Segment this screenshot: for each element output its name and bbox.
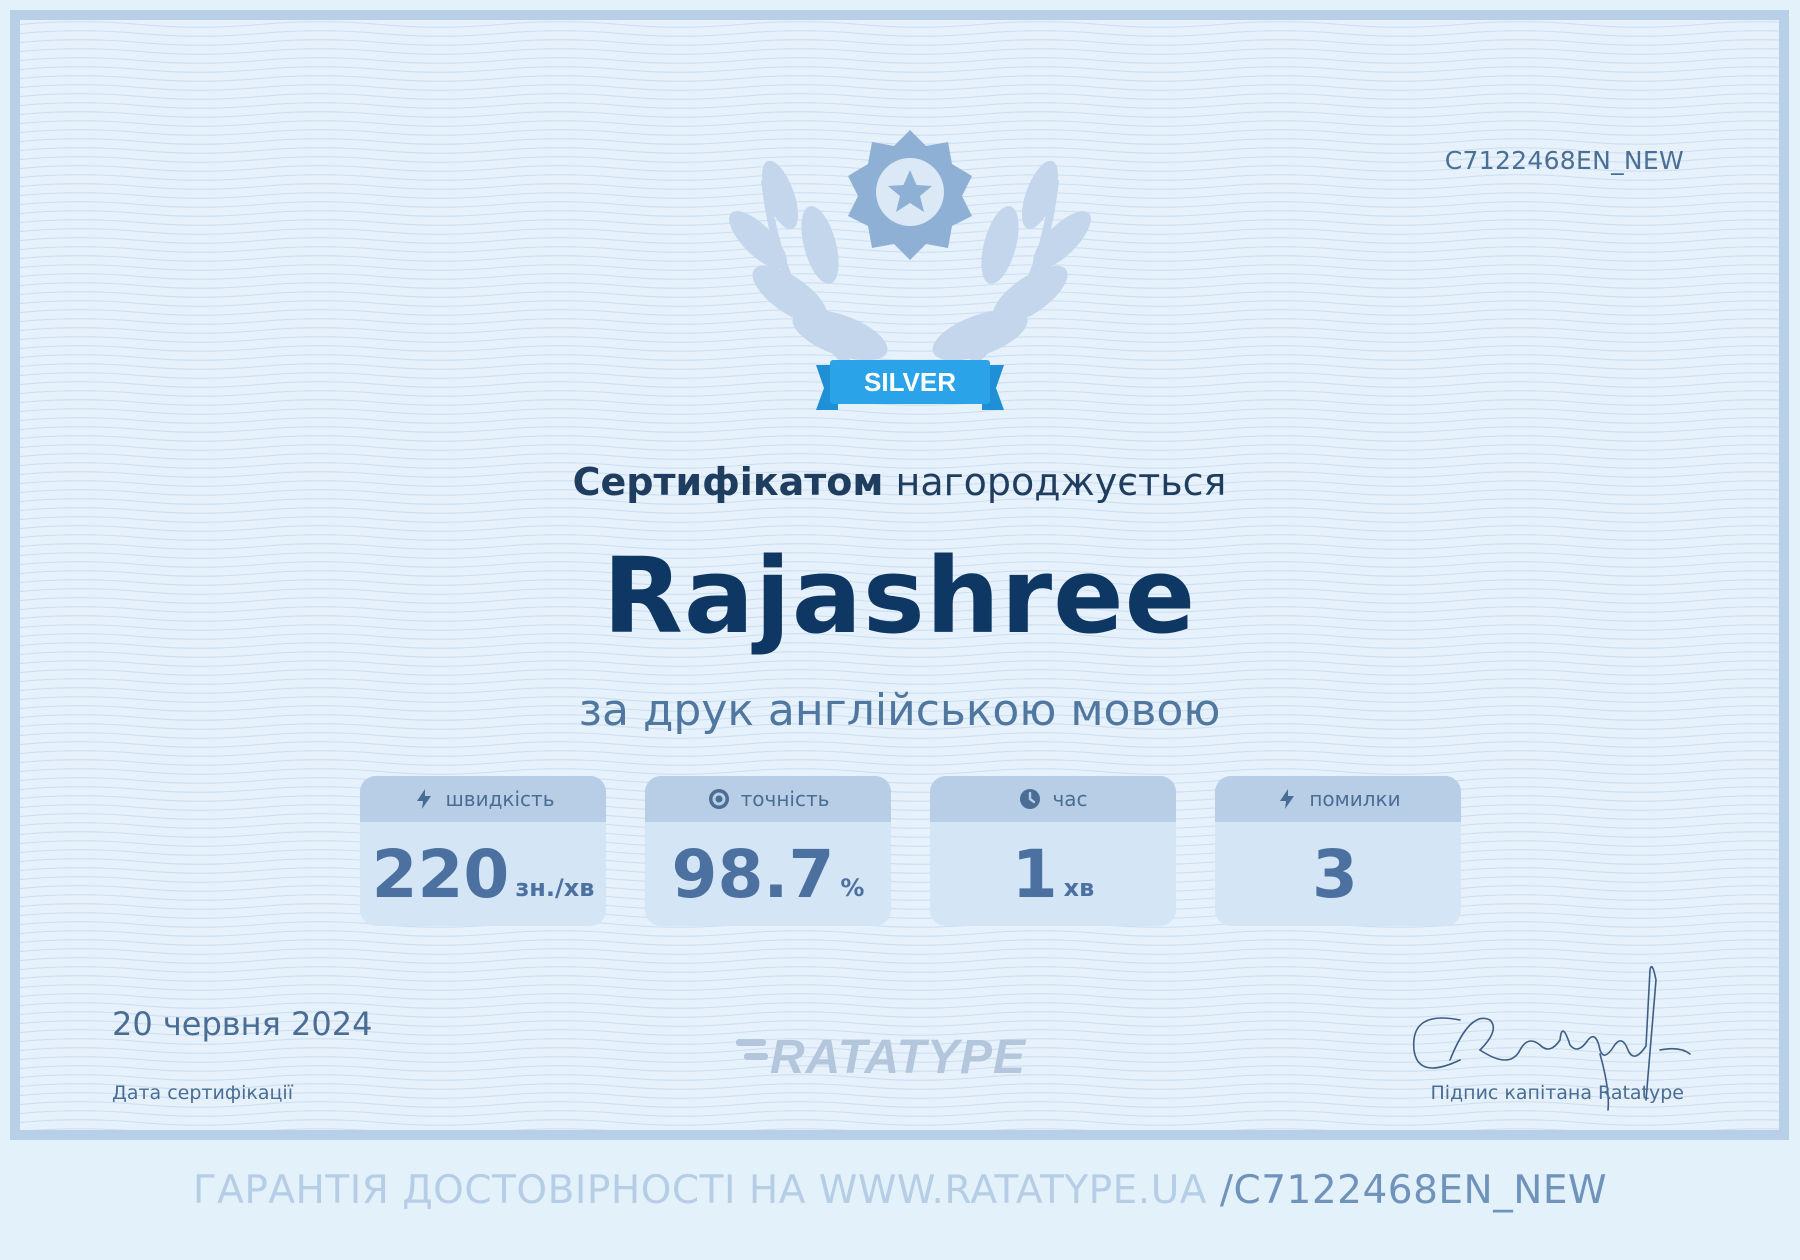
stats-row: швидкість 220 зн./хв точність 98.7 % час (360, 776, 1461, 926)
stat-unit: хв (1063, 874, 1095, 902)
title-strong: Сертифікатом (572, 460, 884, 504)
certification-date-label: Дата сертифікації (112, 1082, 293, 1104)
lightning-icon (416, 789, 431, 809)
stat-value: 1 (1011, 835, 1058, 913)
certificate-title: Сертифікатом нагороджується (20, 460, 1779, 504)
clock-icon (1020, 789, 1041, 809)
target-icon (708, 789, 729, 809)
ratatype-logo: RATATYPE (736, 1031, 1027, 1084)
brand-wordmark: RATATYPE (770, 1031, 1027, 1084)
signature-label: Підпис капітана Ratatype (1430, 1082, 1684, 1104)
title-rest: нагороджується (883, 460, 1227, 504)
lightning-icon (1280, 789, 1295, 809)
stat-value: 220 (371, 835, 510, 913)
certificate: C7122468EN_NEW SILVER Сертифікатом нагор… (10, 10, 1789, 1140)
stat-time: час 1 хв (930, 776, 1176, 926)
recipient-name: Rajashree (602, 535, 1197, 657)
authenticity-footer: ГАРАНТІЯ ДОСТОВІРНОСТІ НА WWW.RATATYPE.U… (0, 1168, 1800, 1213)
stat-errors: помилки 3 (1215, 776, 1461, 926)
stat-value: 98.7 (671, 835, 835, 913)
stat-label: час (1052, 787, 1088, 811)
stat-speed: швидкість 220 зн./хв (360, 776, 606, 926)
laurel-badge-icon: SILVER (729, 130, 1091, 410)
stat-label: помилки (1309, 787, 1401, 811)
stat-accuracy: точність 98.7 % (645, 776, 891, 926)
certification-date: 20 червня 2024 (112, 1005, 373, 1043)
footer-text: ГАРАНТІЯ ДОСТОВІРНОСТІ НА WWW.RATATYPE.U… (192, 1168, 1220, 1213)
footer-code: /C7122468EN_NEW (1219, 1168, 1608, 1213)
stat-unit: % (840, 874, 865, 902)
stat-unit: зн./хв (515, 874, 595, 902)
stat-label: точність (740, 787, 830, 811)
stat-label: швидкість (445, 787, 555, 811)
stat-value: 3 (1312, 835, 1358, 913)
badge-level: SILVER (864, 367, 956, 397)
certificate-subtitle: за друк англійською мовою (578, 685, 1221, 736)
certificate-id: C7122468EN_NEW (1444, 146, 1684, 175)
